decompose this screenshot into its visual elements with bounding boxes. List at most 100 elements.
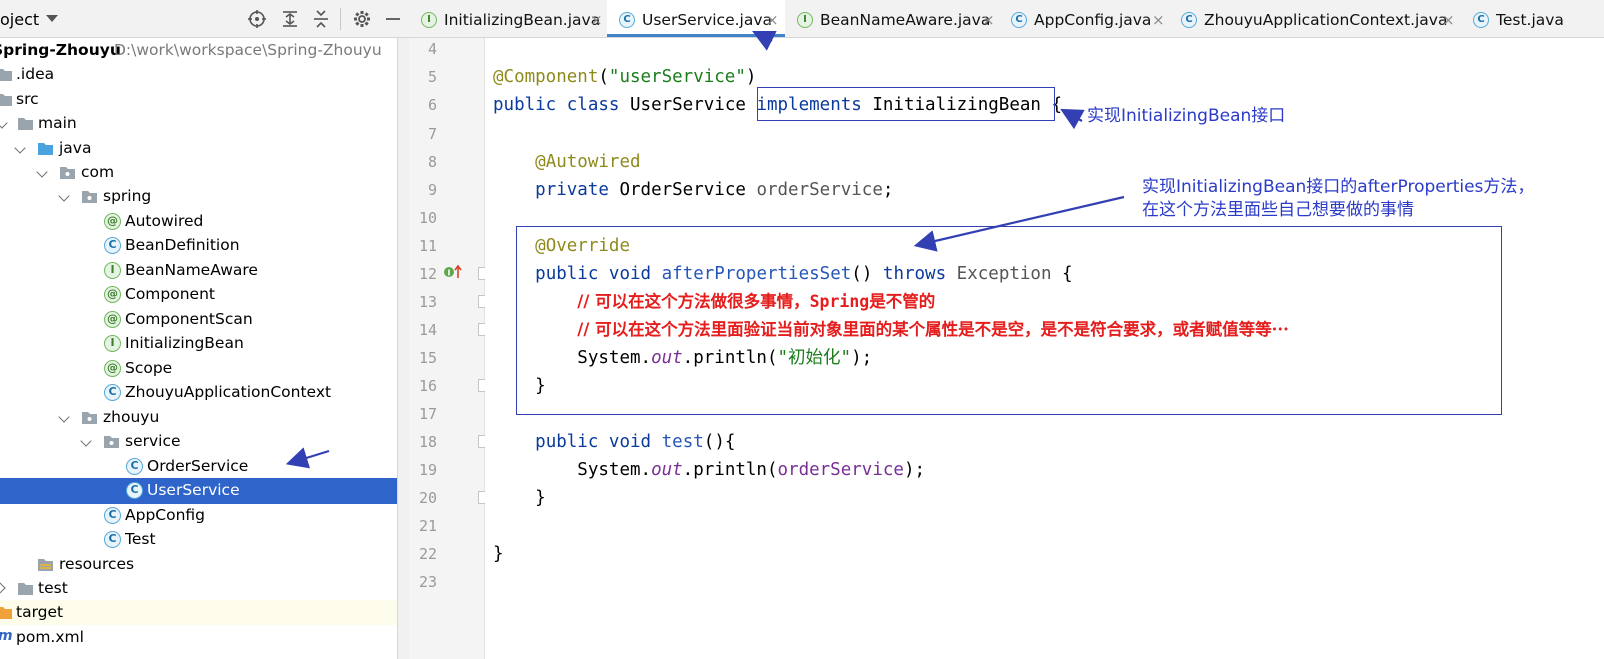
tab-userservice[interactable]: C UserService.java × [607, 0, 785, 37]
hide-panel-icon[interactable] [383, 9, 403, 29]
tree-label: service [125, 432, 181, 450]
tree-node-target[interactable]: target [0, 600, 409, 625]
tree-node-test-folder[interactable]: test [0, 576, 409, 601]
tree-node-java[interactable]: java [0, 136, 409, 161]
token: orderService [777, 460, 904, 480]
token: @Autowired [535, 152, 641, 172]
annotation-note-implements: 实现InitializingBean接口 [1087, 106, 1286, 126]
class-icon: C [104, 507, 121, 524]
folder-icon [0, 69, 12, 81]
close-icon[interactable]: × [982, 0, 995, 37]
tab-test[interactable]: C Test.java [1461, 0, 1604, 37]
resources-folder-icon [38, 559, 53, 571]
line-number: 8 [427, 153, 437, 171]
token: OrderService [619, 180, 746, 200]
interface-icon: I [104, 335, 121, 352]
tree-node-componentscan[interactable]: @ ComponentScan [0, 307, 409, 332]
tree-label: main [38, 114, 77, 132]
expand-all-icon[interactable] [280, 9, 300, 29]
tree-node-autowired[interactable]: @ Autowired [0, 209, 409, 234]
class-icon: C [1011, 12, 1027, 28]
tree-node-com[interactable]: com [0, 160, 409, 185]
tree-label: com [81, 163, 115, 181]
folder-icon [18, 118, 33, 130]
project-tool-window: oject Spring-Zhouyu D:\work\workspace\Sp… [0, 0, 409, 659]
token: } [535, 488, 546, 508]
tree-node-idea[interactable]: .idea [0, 62, 409, 87]
tree-node-main[interactable]: main [0, 111, 409, 136]
token: .println( [682, 460, 778, 480]
tree-label: pom.xml [16, 628, 84, 646]
code-line-19: System.out.println(orderService); [493, 456, 925, 484]
token: @Component [493, 67, 599, 87]
class-icon: C [1181, 12, 1197, 28]
tree-node-appconfig[interactable]: C AppConfig [0, 503, 409, 528]
project-header: oject [0, 0, 409, 38]
tree-label: spring [103, 187, 152, 205]
tree-node-component[interactable]: @ Component [0, 282, 409, 307]
implements-method-icon[interactable]: I [443, 264, 465, 280]
tree-node-src[interactable]: src [0, 87, 409, 112]
tree-node-zhouyuapplicationcontext[interactable]: C ZhouyuApplicationContext [0, 380, 409, 405]
chevron-down-icon[interactable] [36, 166, 48, 178]
line-number: 18 [418, 433, 437, 451]
tab-label: UserService.java [642, 11, 773, 29]
chevron-down-icon[interactable] [80, 435, 92, 447]
interface-icon: I [797, 12, 813, 28]
tree-node-userservice[interactable]: C UserService [0, 478, 409, 504]
tree-node-orderservice[interactable]: C OrderService [0, 454, 409, 479]
project-view-title[interactable]: oject [0, 10, 39, 29]
line-number: 5 [427, 68, 437, 86]
tab-zhouyuapplicationcontext[interactable]: C ZhouyuApplicationContext.java × [1169, 0, 1461, 37]
view-selector-dropdown-icon[interactable] [46, 15, 58, 22]
tab-beannameaware[interactable]: I BeanNameAware.java × [785, 0, 999, 37]
tree-label: java [59, 139, 92, 157]
close-icon[interactable]: × [1152, 0, 1165, 37]
tab-label: Test.java [1496, 11, 1564, 29]
tree-node-zhouyu[interactable]: zhouyu [0, 405, 409, 430]
annotation-box-method [516, 226, 1502, 415]
chevron-down-icon[interactable] [14, 142, 26, 154]
line-number: 13 [418, 293, 437, 311]
tree-node-module[interactable]: Spring-Zhouyu D:\work\workspace\Spring-Z… [0, 38, 409, 63]
tab-appconfig[interactable]: C AppConfig.java × [999, 0, 1169, 37]
source-folder-icon [38, 143, 53, 155]
tree-node-beannameaware[interactable]: I BeanNameAware [0, 258, 409, 283]
tree-node-beandefinition[interactable]: C BeanDefinition [0, 233, 409, 258]
close-icon[interactable]: × [1442, 0, 1455, 37]
chevron-down-icon[interactable] [58, 190, 70, 202]
gear-icon[interactable] [352, 9, 372, 29]
tree-node-test-class[interactable]: C Test [0, 527, 409, 552]
tree-node-pom[interactable]: m pom.xml [0, 625, 409, 650]
token: public [493, 95, 557, 115]
package-icon [82, 412, 97, 424]
tree-node-service[interactable]: service [0, 429, 409, 454]
annotation-icon: @ [104, 286, 121, 303]
class-icon: C [126, 482, 143, 499]
collapse-all-icon[interactable] [311, 9, 331, 29]
tree-node-resources[interactable]: resources [0, 552, 409, 577]
code-line-8: @Autowired [493, 148, 641, 176]
tab-label: AppConfig.java [1034, 11, 1152, 29]
close-icon[interactable]: × [590, 0, 603, 37]
tree-label: target [16, 603, 64, 621]
chevron-right-icon[interactable] [0, 582, 6, 594]
token: ( [598, 67, 609, 87]
class-icon: C [104, 384, 121, 401]
tree-node-initializingbean[interactable]: I InitializingBean [0, 331, 409, 356]
code-line-18: public void test(){ [493, 428, 735, 456]
annotation-note-method-line1: 实现InitializingBean接口的afterProperties方法， [1142, 177, 1535, 197]
chevron-down-icon[interactable] [58, 411, 70, 423]
close-icon[interactable]: × [766, 0, 779, 37]
tree-node-scope[interactable]: @ Scope [0, 356, 409, 381]
chevron-down-icon[interactable] [0, 117, 8, 129]
editor-tab-bar: I InitializingBean.java × C UserService.… [409, 0, 1604, 38]
token: "userService" [608, 67, 746, 87]
module-path: D:\work\workspace\Spring-Zhouyu [114, 41, 382, 59]
locate-file-icon[interactable] [247, 9, 267, 29]
line-number: 16 [418, 377, 437, 395]
tree-node-spring[interactable]: spring [0, 184, 409, 209]
tab-initializingbean[interactable]: I InitializingBean.java × [409, 0, 607, 37]
panel-splitter[interactable] [397, 38, 409, 659]
tab-label: BeanNameAware.java [820, 11, 991, 29]
